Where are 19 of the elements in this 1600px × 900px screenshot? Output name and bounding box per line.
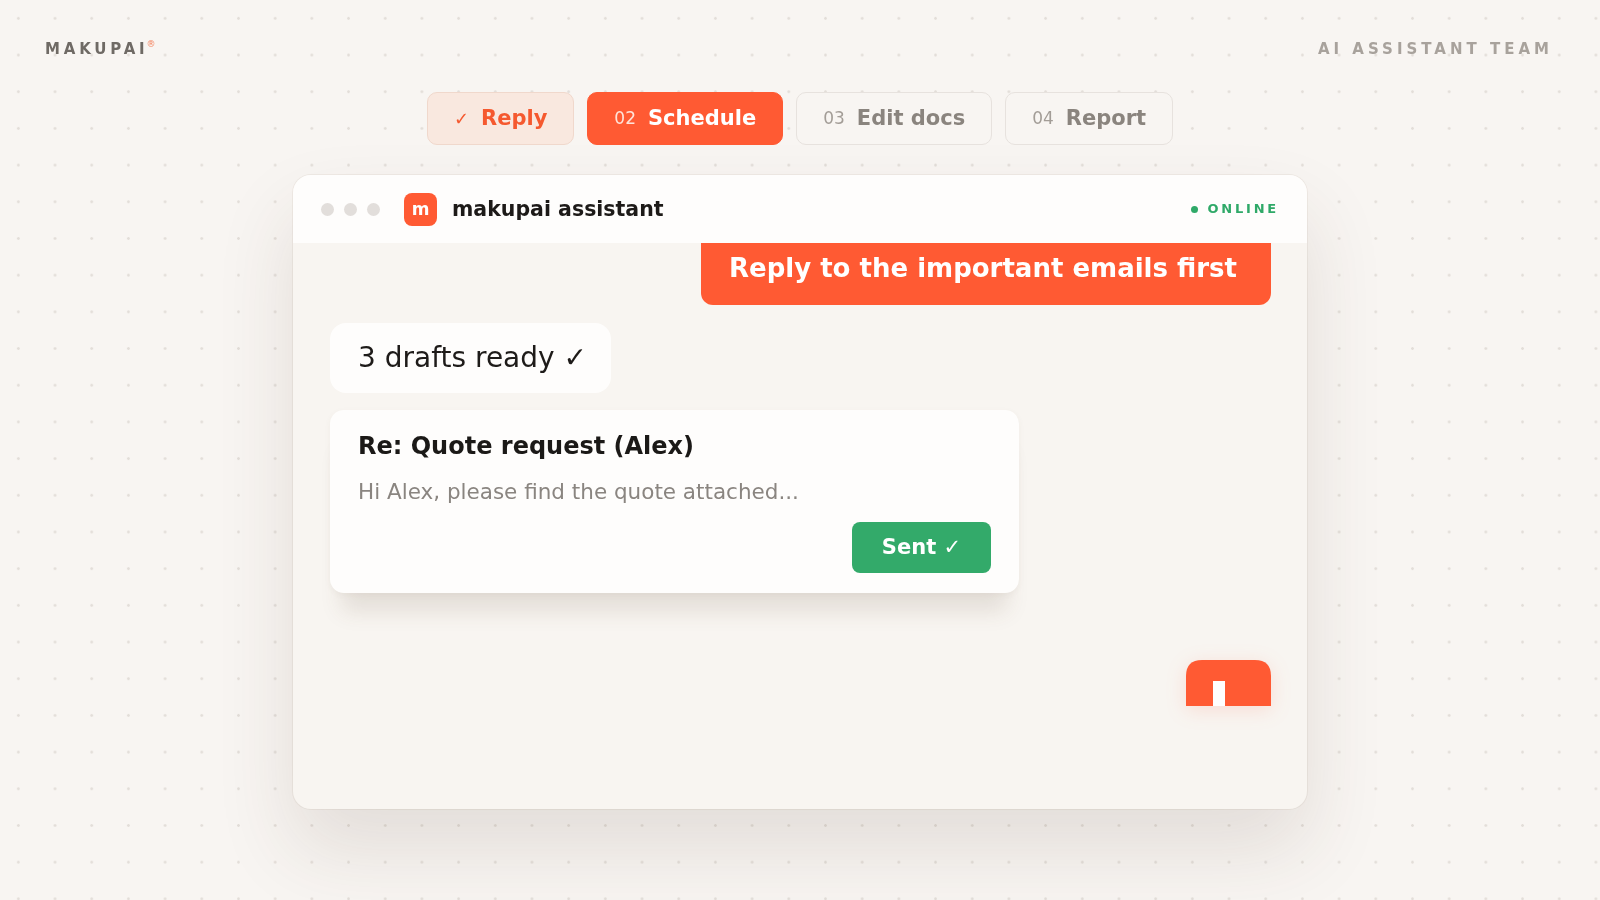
step-tab[interactable]: 03 Edit docs <box>796 92 993 145</box>
email-subject: Re: Quote request (Alex) <box>358 432 696 461</box>
team-label: AI ASSISTANT TEAM <box>1317 39 1553 60</box>
step-tab[interactable]: ✓ Reply <box>426 92 575 145</box>
brand-logo: MAKUPAI <box>45 39 149 60</box>
sent-button[interactable]: Sent ✓ <box>852 522 991 573</box>
chat-title: makupai assistant <box>452 195 664 223</box>
window-dot-icon <box>344 202 357 216</box>
step-tab[interactable]: 02 Schedule <box>587 92 784 145</box>
avatar: m <box>404 192 437 226</box>
step-tab[interactable]: 04 Report <box>1005 92 1174 145</box>
assistant-message-bubble: 3 drafts ready ✓ <box>330 323 611 393</box>
user-message-bubble: Reply to the important emails first <box>701 243 1271 305</box>
email-preview: Hi Alex, please find the quote attached... <box>358 479 800 505</box>
status-dot-icon <box>1191 205 1199 213</box>
registered-mark: ® <box>146 38 156 50</box>
window-dot-icon <box>367 202 380 216</box>
status-label: ONLINE <box>1207 200 1279 219</box>
window-dot-icon <box>321 202 334 216</box>
